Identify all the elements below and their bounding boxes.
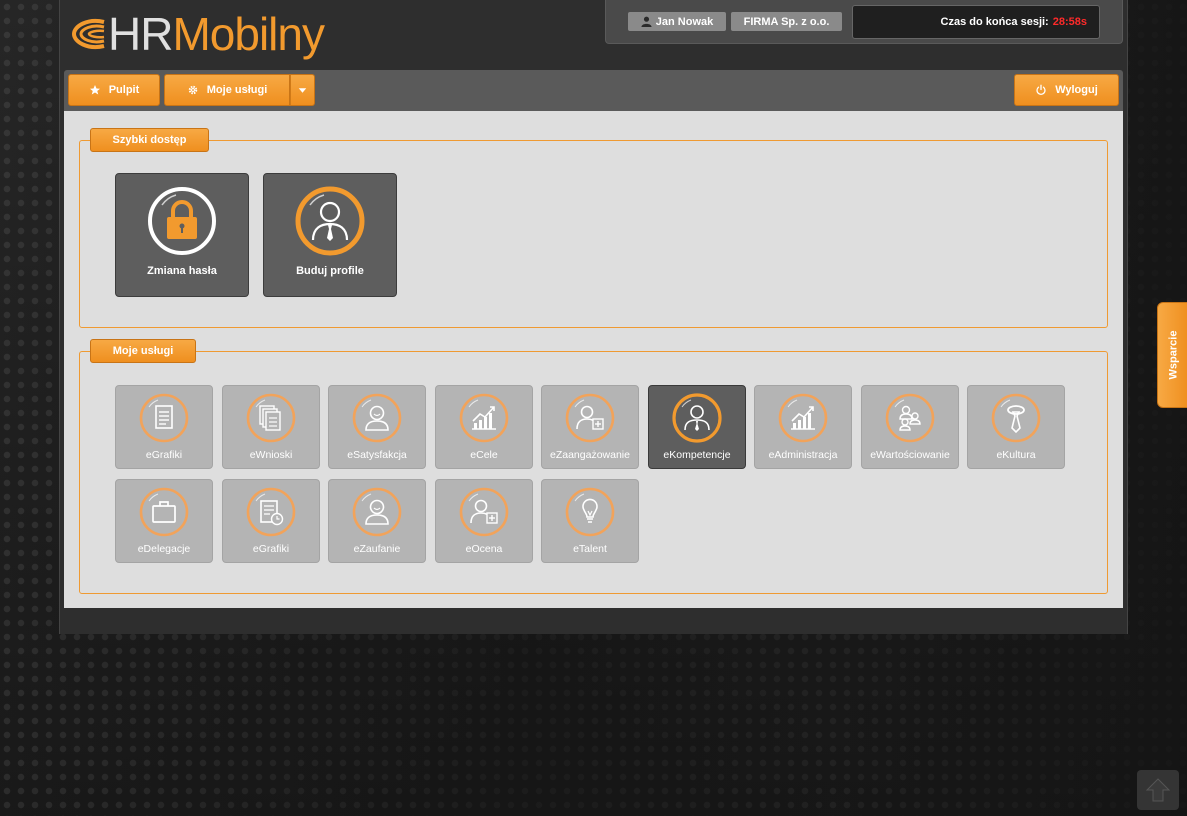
document-icon [139, 393, 189, 443]
logo-text-hr: HR [108, 8, 173, 60]
smiling-person-icon [352, 487, 402, 537]
moje-uslugi-button[interactable]: Moje usługi [164, 74, 290, 106]
arrow-up-icon [1145, 778, 1171, 802]
services-title: Moje usługi [90, 339, 196, 363]
user-tie-icon [295, 186, 365, 256]
session-timer: Czas do końca sesji: 28:58s [852, 5, 1100, 39]
service-tile[interactable]: eWartościowanie [861, 385, 959, 469]
caret-down-icon [298, 87, 307, 93]
service-tile-label: eZaufanie [353, 543, 401, 555]
service-tile-label: eZaangażowanie [550, 449, 630, 461]
briefcase-icon [139, 487, 189, 537]
growth-chart-icon [459, 393, 509, 443]
company-badge[interactable]: FIRMA Sp. z o.o. [731, 12, 842, 31]
service-tile[interactable]: eGrafiki [115, 385, 213, 469]
smiling-person-icon [352, 393, 402, 443]
pulpit-label: Pulpit [108, 84, 140, 96]
pulpit-button[interactable]: Pulpit [68, 74, 160, 106]
service-tile[interactable]: eAdministracja [754, 385, 852, 469]
service-tile[interactable]: eWnioski [222, 385, 320, 469]
lock-icon [148, 187, 216, 255]
service-tile-label: eWartościowanie [870, 449, 950, 461]
growth-chart-icon [778, 393, 828, 443]
user-icon [641, 16, 652, 27]
app-logo[interactable]: HR Mobilny [70, 8, 325, 60]
quick-tile-label: Zmiana hasła [147, 265, 217, 277]
document-clock-icon [246, 487, 296, 537]
services-title-text: Moje usługi [112, 345, 174, 357]
session-label: Czas do końca sesji: [940, 16, 1049, 28]
support-label: Wsparcie [1167, 330, 1180, 380]
scroll-top-button[interactable] [1137, 770, 1179, 810]
service-tile-label: eKultura [996, 449, 1036, 461]
service-tile-label: eDelegacje [137, 543, 191, 555]
people-group-icon [885, 393, 935, 443]
service-tile[interactable]: eGrafiki [222, 479, 320, 563]
quick-tile-zmiana-hasla[interactable]: Zmiana hasła [115, 173, 249, 297]
service-tile[interactable]: eSatysfakcja [328, 385, 426, 469]
service-tile[interactable]: eOcena [435, 479, 533, 563]
star-icon [89, 85, 100, 95]
service-tile-label: eTalent [573, 543, 607, 555]
user-tie-icon [672, 393, 722, 443]
quick-tile-buduj-profile[interactable]: Buduj profile [263, 173, 397, 297]
person-plus-icon [565, 393, 615, 443]
service-tile-label: eGrafiki [252, 543, 290, 555]
documents-stack-icon [246, 393, 296, 443]
logo-text-mobilny: Mobilny [172, 8, 325, 60]
service-tile-label: eAdministracja [768, 449, 838, 461]
service-tile[interactable]: eKompetencje [648, 385, 746, 469]
quick-access-title-text: Szybki dostęp [112, 134, 187, 146]
service-tile-label: eKompetencje [663, 449, 731, 461]
support-tab[interactable]: Wsparcie [1157, 302, 1187, 408]
service-tile[interactable]: eZaangażowanie [541, 385, 639, 469]
tie-icon [991, 393, 1041, 443]
quick-tile-label: Buduj profile [296, 265, 364, 277]
person-plus-icon [459, 487, 509, 537]
lightbulb-icon [565, 487, 615, 537]
service-tile[interactable]: eKultura [967, 385, 1065, 469]
wyloguj-label: Wyloguj [1055, 84, 1098, 96]
service-tile-label: eCele [470, 449, 498, 461]
quick-access-title: Szybki dostęp [90, 128, 209, 152]
user-badge[interactable]: Jan Nowak [628, 12, 726, 31]
service-tile-label: eWnioski [249, 449, 293, 461]
company-name: FIRMA Sp. z o.o. [743, 15, 830, 28]
service-tile-label: eGrafiki [145, 449, 183, 461]
moje-uslugi-label: Moje usługi [206, 84, 268, 96]
logo-swoosh-icon [71, 19, 105, 49]
gear-icon [188, 85, 197, 95]
service-tile-label: eSatysfakcja [347, 449, 407, 461]
service-tile-label: eOcena [465, 543, 503, 555]
service-tile[interactable]: eDelegacje [115, 479, 213, 563]
service-tile[interactable]: eTalent [541, 479, 639, 563]
session-time: 28:58s [1052, 16, 1087, 28]
user-name: Jan Nowak [655, 15, 714, 28]
service-tile[interactable]: eCele [435, 385, 533, 469]
service-tile[interactable]: eZaufanie [328, 479, 426, 563]
moje-uslugi-dropdown-toggle[interactable] [290, 74, 315, 106]
power-icon [1036, 84, 1046, 96]
wyloguj-button[interactable]: Wyloguj [1014, 74, 1119, 106]
